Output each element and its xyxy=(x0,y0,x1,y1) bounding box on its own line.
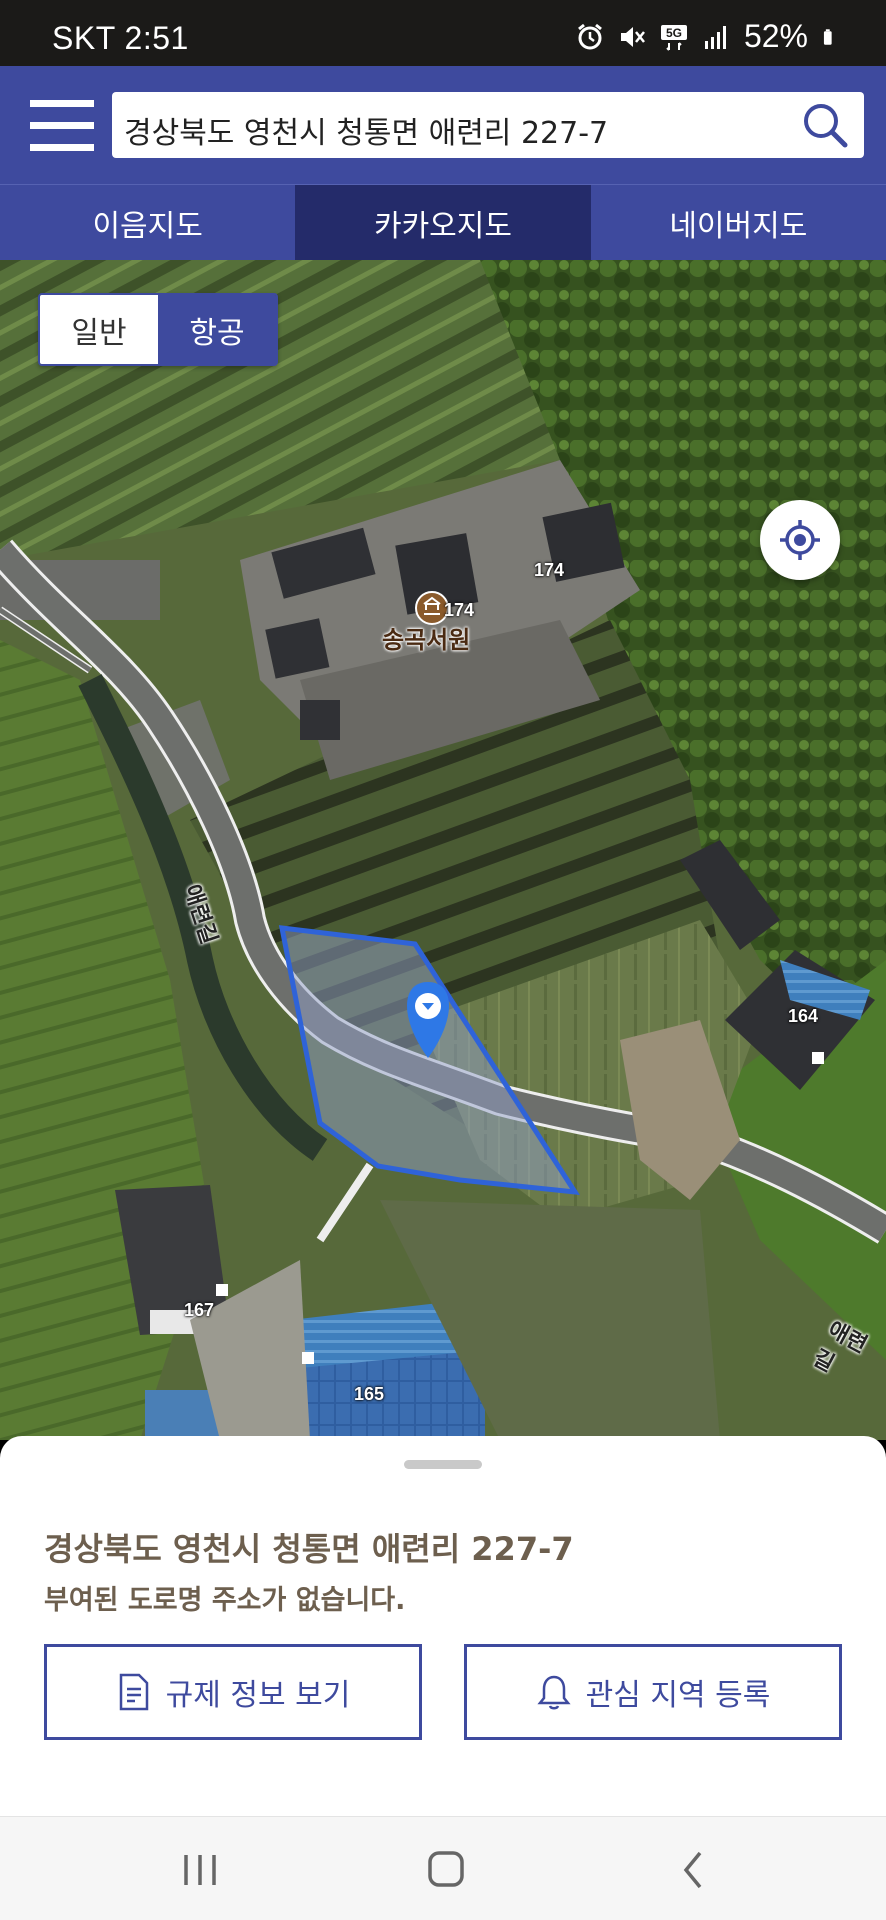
bell-icon xyxy=(537,1675,571,1710)
map-provider-tabs: 이음지도 카카오지도 네이버지도 xyxy=(0,184,886,260)
parcel-info-sheet: 경상북도 영천시 청통면 애련리 227-7 부여된 도로명 주소가 없습니다.… xyxy=(0,1436,886,1816)
building-number-174-b: 174 xyxy=(444,600,475,620)
tab-naver-map[interactable]: 네이버지도 xyxy=(591,185,886,260)
search-input[interactable]: 경상북도 영천시 청통면 애련리 227-7 xyxy=(124,108,608,152)
home-icon[interactable] xyxy=(416,1845,476,1895)
signal-icon xyxy=(704,25,726,49)
aerial-map[interactable]: 174 174 송곡서원 애련길 애련길 164 167 165 xyxy=(0,260,886,1440)
current-location-button[interactable] xyxy=(760,500,840,580)
alarm-icon xyxy=(578,23,602,49)
battery-percent: 52% xyxy=(743,18,808,54)
tab-eum-map[interactable]: 이음지도 xyxy=(0,185,295,260)
map-type-toggle: 일반 항공 xyxy=(38,293,278,366)
view-regulation-label: 규제 정보 보기 xyxy=(165,1678,351,1713)
road-address-note: 부여된 도로명 주소가 없습니다. xyxy=(44,1585,406,1616)
map-type-aerial[interactable]: 항공 xyxy=(158,295,276,364)
recent-apps-icon[interactable] xyxy=(170,1845,230,1895)
building-number-174-a: 174 xyxy=(534,560,565,580)
system-nav-bar xyxy=(0,1816,886,1920)
building-number-164: 164 xyxy=(788,1006,819,1026)
menu-button[interactable] xyxy=(30,92,94,158)
view-regulation-button[interactable]: 규제 정보 보기 xyxy=(44,1644,422,1740)
status-time: SKT 2:51 xyxy=(52,20,189,56)
sheet-drag-handle[interactable] xyxy=(404,1460,482,1469)
5g-icon: 5G xyxy=(660,24,687,51)
building-number-165: 165 xyxy=(354,1384,385,1404)
map-imagery xyxy=(0,260,886,1440)
document-icon xyxy=(119,1673,148,1711)
status-icons: 5G 52% xyxy=(576,18,840,55)
back-icon[interactable] xyxy=(664,1845,724,1895)
register-interest-label: 관심 지역 등록 xyxy=(585,1678,771,1713)
battery-icon xyxy=(823,28,832,45)
register-interest-button[interactable]: 관심 지역 등록 xyxy=(464,1644,842,1740)
status-bar: SKT 2:51 5G 52% xyxy=(0,0,886,66)
search-bar[interactable]: 경상북도 영천시 청통면 애련리 227-7 xyxy=(112,92,864,158)
parcel-address: 경상북도 영천시 청통면 애련리 227-7 xyxy=(44,1530,574,1568)
mute-icon xyxy=(620,26,645,47)
svg-text:5G: 5G xyxy=(666,26,682,40)
tab-kakao-map[interactable]: 카카오지도 xyxy=(295,185,591,260)
search-icon[interactable] xyxy=(800,100,850,150)
building-number-167: 167 xyxy=(184,1300,215,1320)
poi-label-songgok[interactable]: 송곡서원 xyxy=(382,620,470,655)
map-type-normal[interactable]: 일반 xyxy=(40,295,158,364)
crosshair-icon xyxy=(780,520,820,560)
app-header: 경상북도 영천시 청통면 애련리 227-7 xyxy=(0,66,886,184)
